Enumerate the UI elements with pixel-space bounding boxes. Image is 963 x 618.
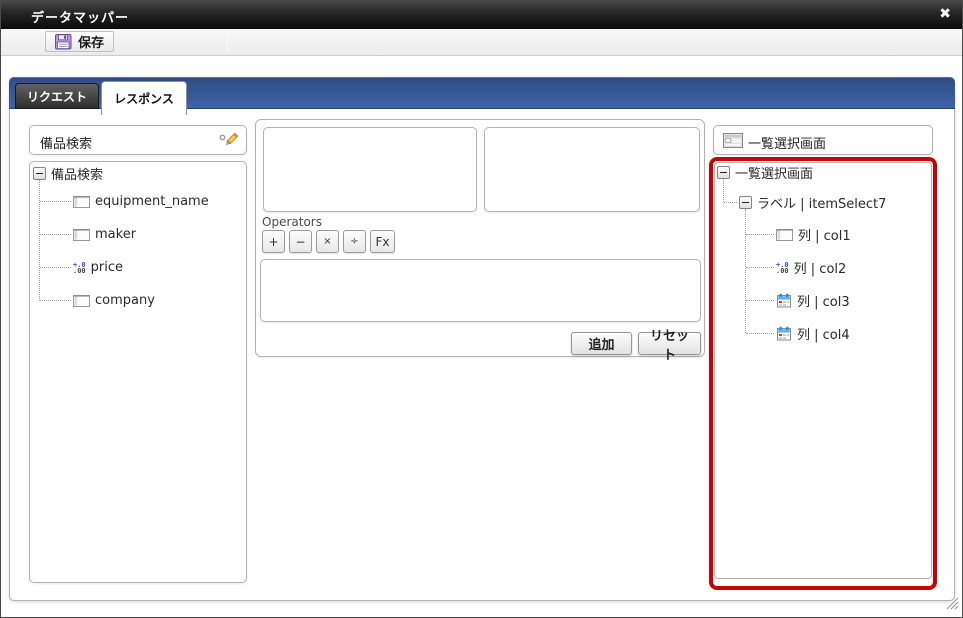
- resize-grip-icon: [946, 597, 959, 610]
- save-button-label: 保存: [78, 32, 104, 51]
- target-group-itemselect7[interactable]: ラベル | itemSelect7: [739, 194, 886, 211]
- text-field-icon: [73, 196, 90, 208]
- tree-connector-line: [746, 234, 774, 235]
- resize-handle[interactable]: [946, 595, 959, 614]
- collapse-icon[interactable]: [33, 167, 46, 180]
- text-field-icon: [73, 295, 90, 307]
- highlight-border: [709, 157, 937, 590]
- source-header-box: 備品検索: [29, 125, 247, 155]
- tree-connector-line: [723, 179, 724, 202]
- tree-connector-line: [40, 300, 71, 301]
- text-field-icon: [73, 229, 90, 241]
- tree-connector-line: [746, 333, 774, 334]
- tab-request-label: リクエスト: [27, 88, 87, 105]
- target-header-box: 一覧選択画面: [713, 125, 933, 155]
- toolbar: 保存: [1, 29, 962, 56]
- tab-response-label: レスポンス: [114, 90, 174, 107]
- tree-connector-line: [40, 201, 71, 202]
- field-label: maker: [95, 227, 136, 242]
- tree-connector-line: [40, 267, 71, 268]
- source-field-company[interactable]: company: [73, 292, 155, 309]
- edit-pencil-icon[interactable]: [218, 130, 240, 155]
- data-mapper-dialog: データマッパー ✖ 保存 リクエスト レスポンス 備品検索: [0, 0, 963, 618]
- field-label: price: [91, 260, 123, 275]
- formula-box[interactable]: [260, 259, 701, 322]
- operator-divide-button[interactable]: ÷: [343, 230, 366, 253]
- source-tree-root[interactable]: 備品検索: [33, 165, 103, 182]
- field-label: equipment_name: [95, 194, 209, 209]
- calendar-icon: [776, 293, 792, 308]
- tab-response[interactable]: レスポンス: [101, 81, 187, 115]
- tree-connector-line: [39, 180, 40, 301]
- target-column-col1[interactable]: 列 | col1: [776, 226, 851, 243]
- page-title: データマッパー: [31, 7, 129, 26]
- column-label: 列 | col2: [794, 258, 847, 277]
- tree-connector-line: [724, 202, 737, 203]
- floppy-disk-icon: [55, 34, 72, 50]
- title-bar: データマッパー ✖: [1, 1, 962, 29]
- reset-button[interactable]: リセット: [638, 332, 701, 355]
- target-column-col2[interactable]: +.0 .00 列 | col2: [776, 259, 846, 276]
- source-field-price[interactable]: +.0 .00 price: [73, 259, 123, 276]
- collapse-icon[interactable]: [739, 196, 752, 209]
- field-label: company: [95, 293, 155, 308]
- toolbar-separator: [227, 32, 228, 52]
- tree-connector-line: [746, 267, 774, 268]
- close-icon: ✖: [939, 6, 951, 22]
- tree-connector-line: [40, 234, 71, 235]
- tree-connector-line: [745, 209, 746, 333]
- target-tree-root[interactable]: 一覧選択画面: [717, 164, 813, 181]
- source-header-title: 備品検索: [40, 133, 92, 152]
- target-column-col4[interactable]: 列 | col4: [776, 325, 850, 342]
- mapping-target-box[interactable]: [484, 127, 700, 212]
- mapping-source-box[interactable]: [263, 127, 477, 212]
- operators-label: Operators: [262, 215, 322, 229]
- save-button[interactable]: 保存: [45, 31, 114, 52]
- source-tree-root-label: 備品検索: [51, 164, 103, 183]
- column-label: 列 | col4: [797, 324, 850, 343]
- number-field-icon: +.0 .00: [776, 262, 789, 274]
- list-screen-icon: [723, 133, 743, 152]
- operator-minus-button[interactable]: −: [289, 230, 312, 253]
- column-label: 列 | col3: [797, 291, 850, 310]
- target-tree-root-label: 一覧選択画面: [735, 163, 813, 182]
- target-column-col3[interactable]: 列 | col3: [776, 292, 850, 309]
- calendar-icon: [776, 326, 792, 341]
- add-button[interactable]: 追加: [571, 332, 632, 355]
- operator-fx-button[interactable]: Fx: [370, 230, 395, 253]
- operator-plus-button[interactable]: +: [262, 230, 285, 253]
- collapse-icon[interactable]: [717, 166, 730, 179]
- number-field-icon: +.0 .00: [73, 262, 86, 274]
- operator-multiply-button[interactable]: ×: [316, 230, 339, 253]
- source-tree-panel: [29, 161, 247, 583]
- source-field-maker[interactable]: maker: [73, 226, 136, 243]
- group-label: ラベル | itemSelect7: [757, 193, 886, 212]
- text-field-icon: [776, 229, 793, 241]
- column-label: 列 | col1: [798, 225, 851, 244]
- close-button[interactable]: ✖: [939, 6, 951, 22]
- source-field-equipment-name[interactable]: equipment_name: [73, 193, 209, 210]
- target-header-title: 一覧選択画面: [748, 133, 826, 152]
- tab-request[interactable]: リクエスト: [15, 83, 99, 109]
- tree-connector-line: [746, 300, 774, 301]
